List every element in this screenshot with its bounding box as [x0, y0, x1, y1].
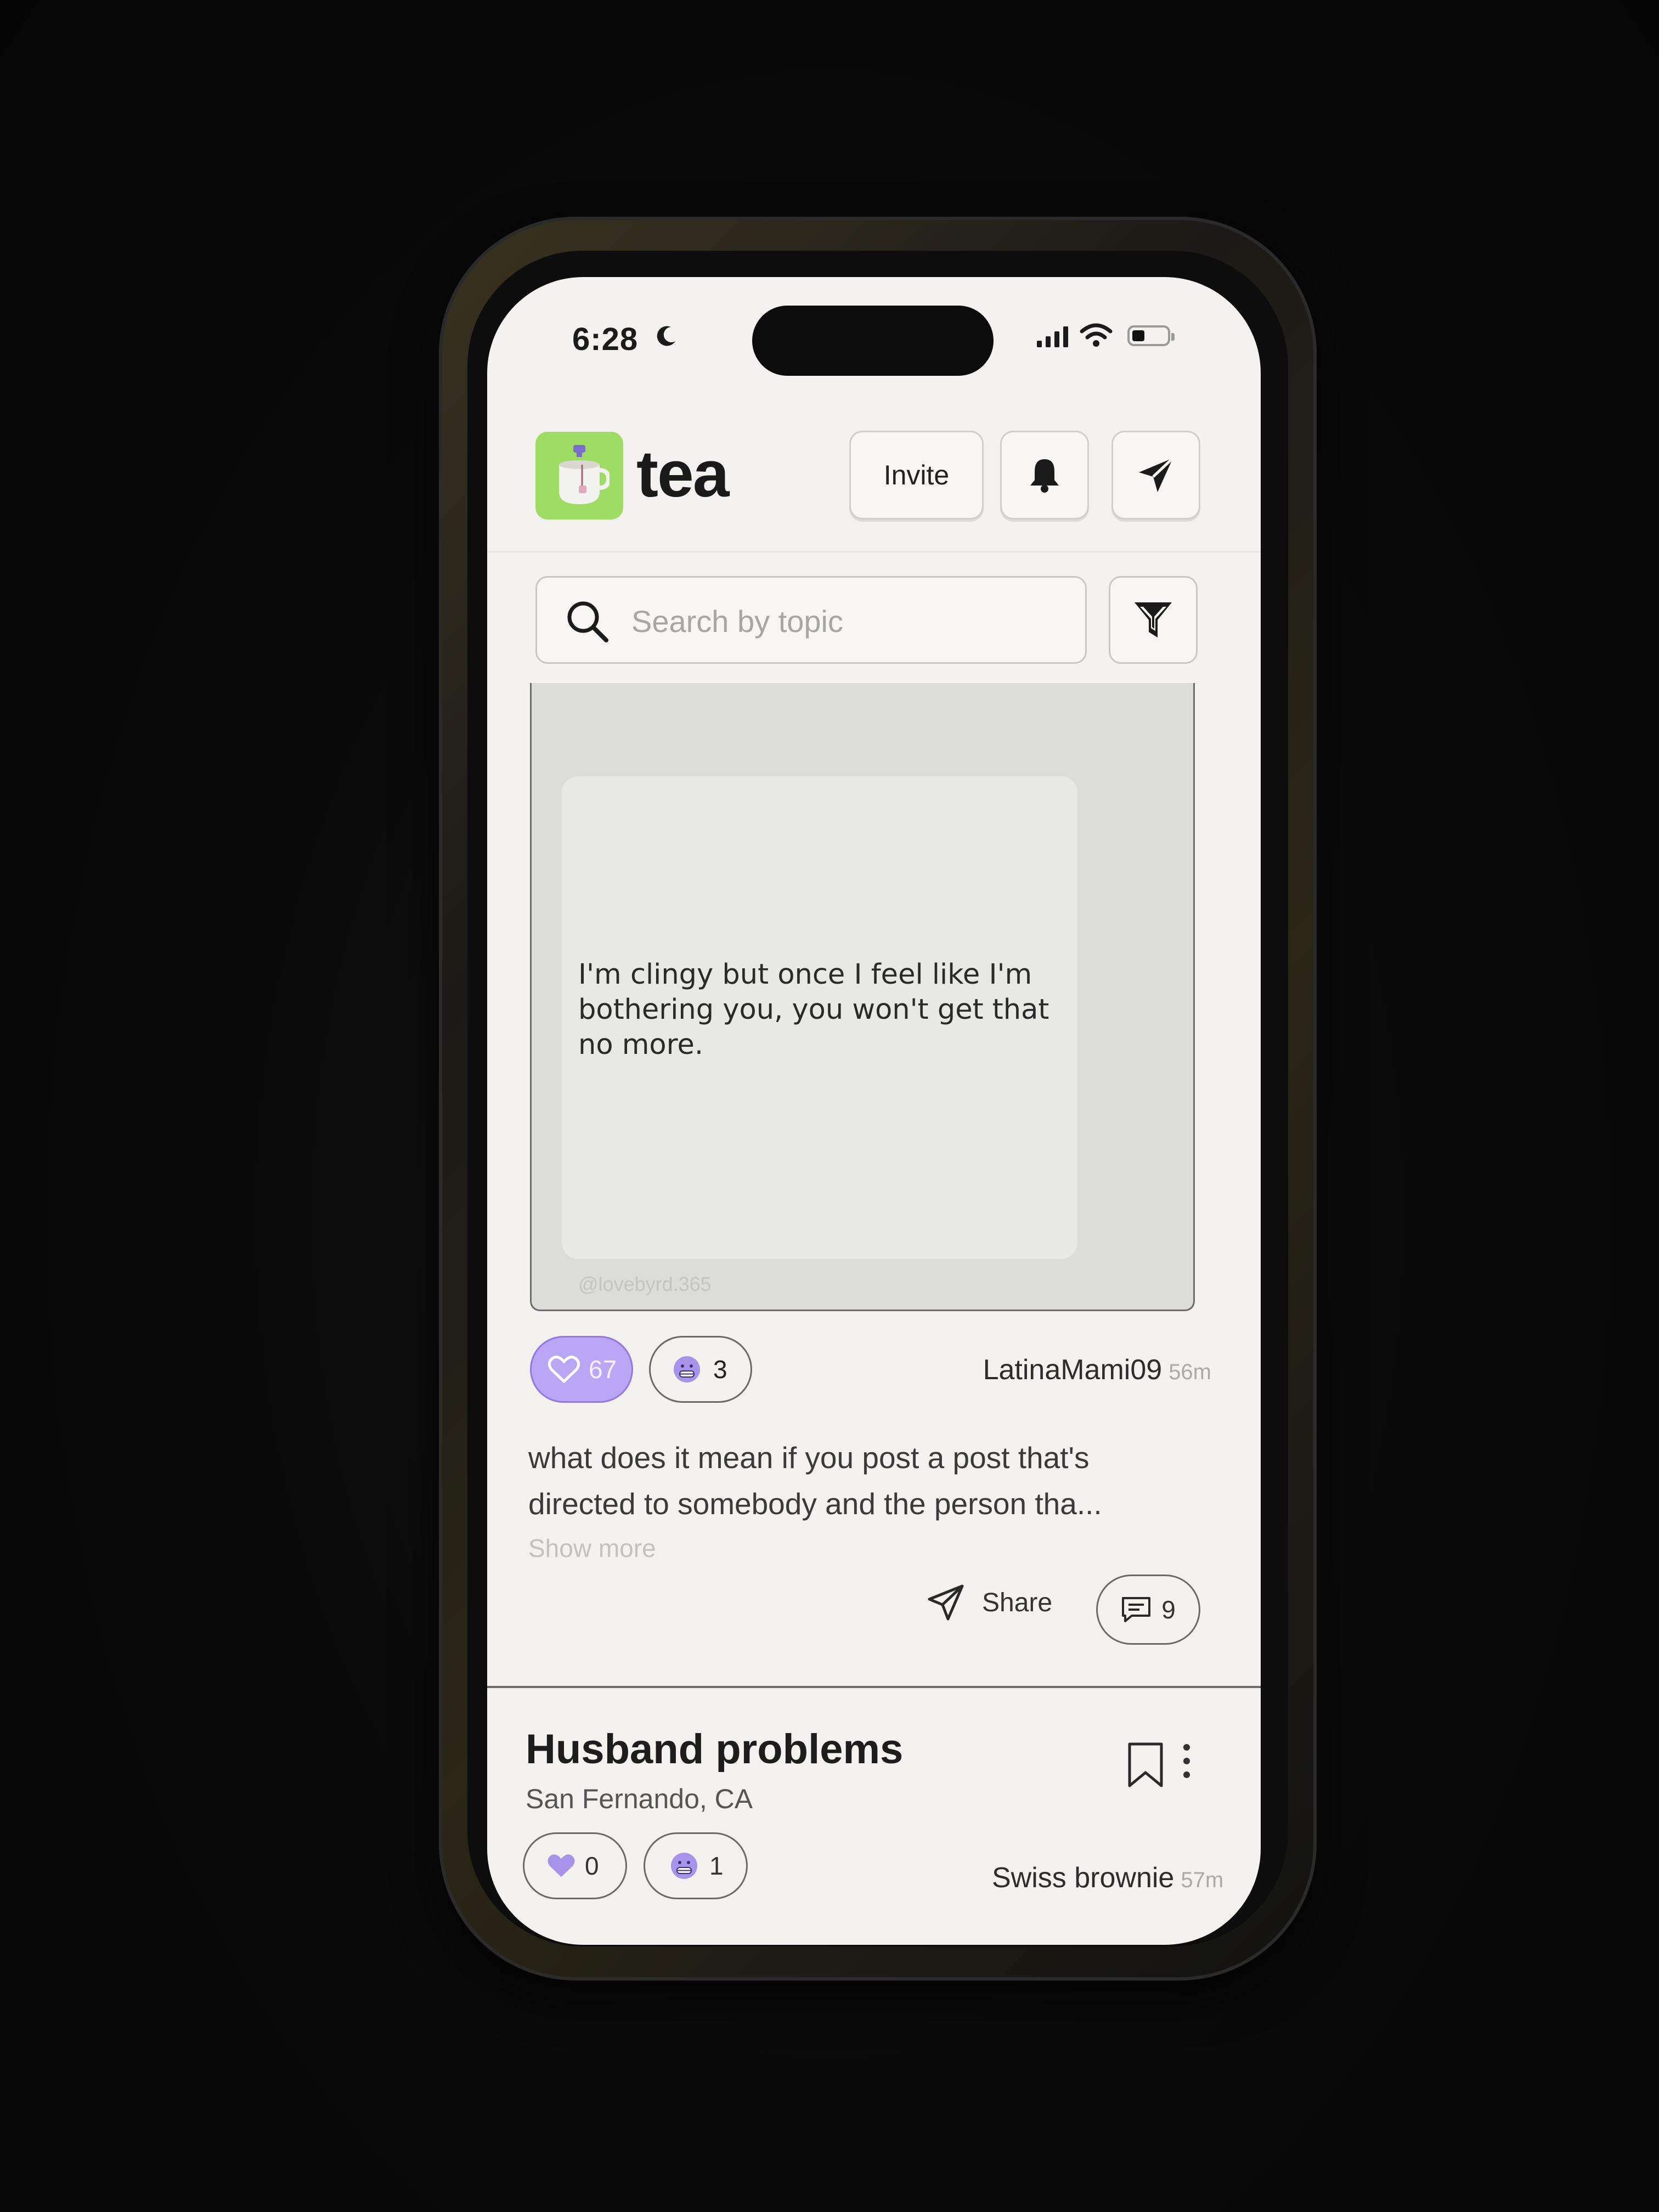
post-location: San Fernando, CA: [526, 1784, 753, 1814]
image-watermark: @lovebyrd.365: [578, 1273, 712, 1295]
phone-frame: 6:28 tea Invite Search by topic I'm clin…: [439, 217, 1317, 1980]
moon-icon: [657, 326, 675, 346]
post-time: 56m: [1169, 1360, 1211, 1384]
app-header: tea Invite: [487, 425, 1261, 552]
heart-icon: [548, 1356, 580, 1384]
filter-icon: [1135, 602, 1172, 637]
quote-text: I'm clingy but once I feel like I'm both…: [578, 958, 1049, 1061]
search-icon: [567, 601, 608, 642]
share-plane-icon: [928, 1584, 964, 1621]
dynamic-island: [752, 306, 994, 376]
heart-icon: [548, 1854, 575, 1877]
search-input[interactable]: [630, 599, 1060, 644]
post-title[interactable]: Husband problems: [526, 1725, 903, 1773]
like-button[interactable]: 0: [523, 1832, 627, 1899]
more-options-icon[interactable]: [1181, 1742, 1192, 1780]
comments-button[interactable]: 9: [1096, 1575, 1200, 1645]
status-bar: 6:28: [487, 277, 1261, 387]
messages-button[interactable]: [1111, 431, 1200, 520]
grimace-emoji-icon: [671, 1853, 697, 1879]
battery-icon: [1127, 325, 1175, 346]
post-image[interactable]: I'm clingy but once I feel like I'm both…: [530, 683, 1195, 1311]
bell-icon: [1030, 459, 1059, 493]
app-name: tea: [636, 437, 729, 511]
author-name: Swiss brownie: [992, 1862, 1175, 1894]
comment-count: 9: [1161, 1595, 1176, 1624]
author-name: LatinaMami09: [983, 1354, 1163, 1386]
comment-icon: [1122, 1597, 1151, 1622]
wifi-icon: [1080, 323, 1113, 347]
reaction-count: 1: [709, 1852, 724, 1880]
filter-button[interactable]: [1109, 576, 1198, 664]
reaction-button[interactable]: 1: [644, 1832, 748, 1899]
quote-card: I'm clingy but once I feel like I'm both…: [562, 776, 1077, 1259]
post-author[interactable]: LatinaMami09 56m: [983, 1353, 1211, 1386]
post-divider: [487, 1686, 1261, 1688]
like-button[interactable]: 67: [530, 1336, 633, 1403]
like-count: 67: [589, 1355, 617, 1384]
grimace-emoji-icon: [674, 1356, 700, 1383]
app-screen: 6:28 tea Invite Search by topic I'm clin…: [487, 277, 1261, 1945]
invite-button[interactable]: Invite: [849, 431, 984, 520]
reaction-count: 3: [713, 1355, 727, 1384]
show-more-link[interactable]: Show more: [528, 1533, 656, 1563]
signal-icon: [1037, 326, 1068, 347]
like-count: 0: [585, 1852, 599, 1880]
post-author[interactable]: Swiss brownie 57m: [992, 1861, 1223, 1894]
post-time: 57m: [1181, 1868, 1224, 1892]
share-button[interactable]: Share: [926, 1583, 1052, 1622]
status-time: 6:28: [572, 321, 639, 357]
tea-logo-icon: [535, 432, 623, 520]
search-bar[interactable]: [535, 576, 1087, 664]
post-body[interactable]: what does it mean if you post a post tha…: [528, 1435, 1198, 1527]
paper-plane-icon: [1139, 457, 1174, 492]
bookmark-icon[interactable]: [1126, 1742, 1165, 1788]
notifications-button[interactable]: [1000, 431, 1089, 520]
share-label: Share: [982, 1588, 1053, 1617]
reaction-button[interactable]: 3: [649, 1336, 752, 1403]
